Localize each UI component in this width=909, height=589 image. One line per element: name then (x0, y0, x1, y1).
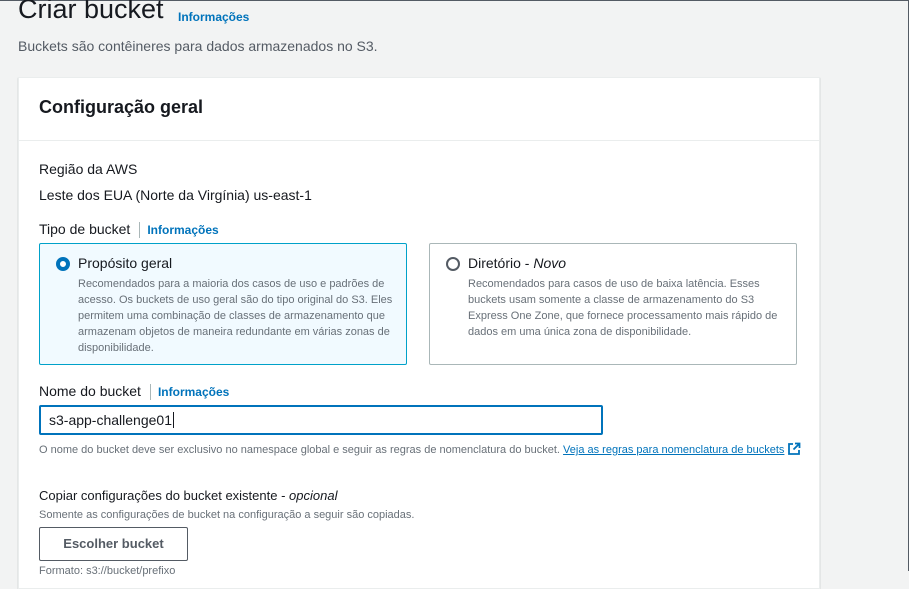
external-link-icon[interactable] (787, 442, 801, 461)
panel-header: Configuração geral (19, 78, 819, 141)
tile-title: Propósito geral (78, 255, 173, 271)
divider (139, 222, 141, 239)
format-hint: Formato: s3://bucket/prefixo (39, 565, 176, 577)
bucket-type-label-row: Tipo de bucket Informações (39, 221, 219, 239)
region-label: Região da AWS (39, 161, 138, 177)
bucket-type-general-purpose-tile[interactable]: Propósito geral Recomendados para a maio… (39, 243, 407, 365)
bucket-name-label-row: Nome do bucket Informações (39, 383, 229, 401)
naming-rules-link[interactable]: Veja as regras para nomenclatura de buck… (563, 444, 784, 456)
bucket-name-info-link[interactable]: Informações (158, 385, 229, 399)
tile-description: Recomendados para a maioria dos casos de… (78, 278, 393, 354)
text-caret (172, 412, 174, 428)
bucket-type-directory-tile[interactable]: Diretório - Novo Recomendados para casos… (429, 243, 797, 365)
choose-bucket-button[interactable]: Escolher bucket (39, 527, 188, 561)
tile-description: Recomendados para casos de uso de baixa … (468, 278, 778, 338)
bucket-type-label: Tipo de bucket (39, 221, 131, 237)
radio-selected-icon[interactable] (56, 257, 70, 271)
radio-unselected-icon[interactable] (446, 257, 460, 271)
title-info-link[interactable]: Informações (178, 10, 249, 24)
bucket-name-label: Nome do bucket (39, 383, 141, 399)
bucket-type-info-link[interactable]: Informações (147, 223, 218, 237)
general-config-panel: Configuração geral Região da AWS Leste d… (18, 77, 820, 589)
panel-title: Configuração geral (39, 97, 204, 117)
page-description: Buckets são contêineres para dados armaz… (18, 38, 378, 54)
bucket-name-input[interactable]: s3-app-challenge01 (39, 405, 603, 435)
copy-settings-description: Somente as configurações de bucket na co… (39, 509, 415, 521)
region-value: Leste dos EUA (Norte da Virgínia) us-eas… (39, 187, 312, 203)
tile-title: Diretório - Novo (468, 255, 567, 271)
divider (149, 384, 151, 401)
bucket-name-value: s3-app-challenge01 (49, 412, 172, 428)
page-title: Criar bucket (18, 0, 164, 24)
bucket-name-hint: O nome do bucket deve ser exclusivo no n… (39, 442, 809, 461)
copy-settings-title: Copiar configurações do bucket existente… (39, 488, 338, 503)
